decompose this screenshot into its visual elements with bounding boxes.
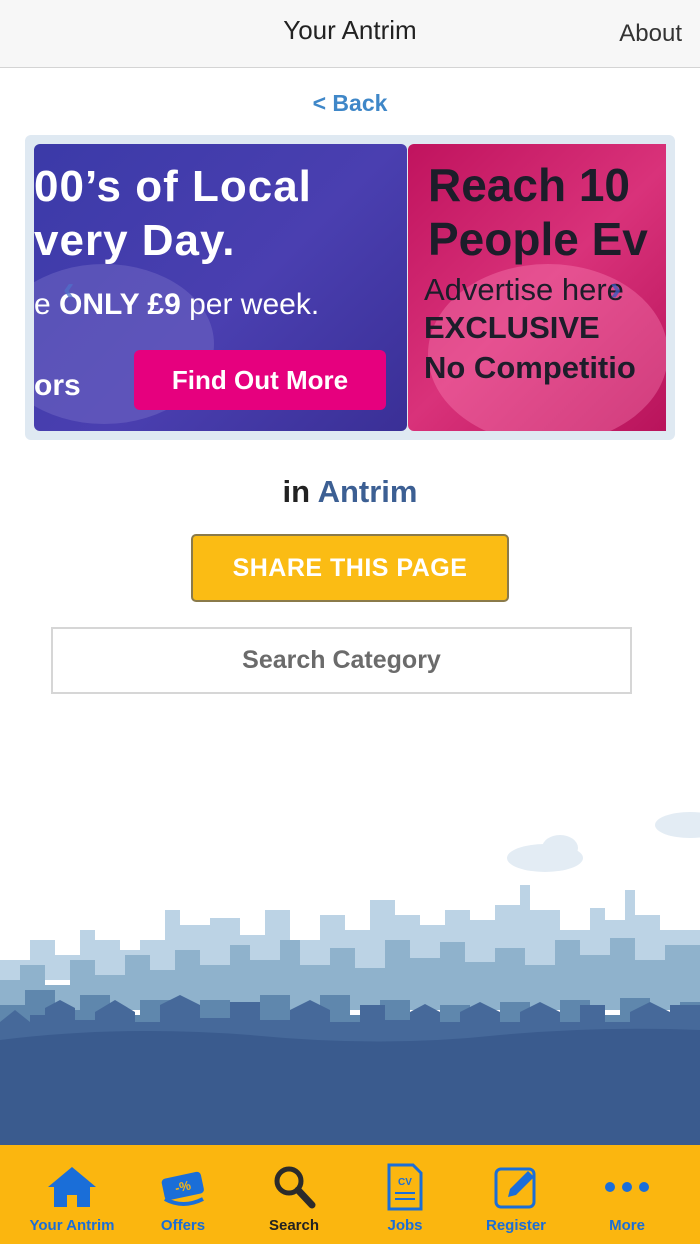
city-skyline-illustration (0, 812, 700, 1146)
slide2-text-line4: EXCLUSIVE (424, 310, 600, 345)
carousel-slide-reach-people[interactable]: Reach 10 People Ev Advertise here EXCLUS… (408, 144, 666, 431)
carousel-next-arrow-icon[interactable]: › (610, 270, 621, 309)
svg-text:CV: CV (398, 1177, 412, 1188)
offers-icon: -% (161, 1171, 204, 1206)
slide2-headline-line2: People Ev (428, 213, 648, 265)
tab-register[interactable]: Register (461, 1145, 571, 1244)
tab-more[interactable]: More (572, 1145, 682, 1244)
bottom-tab-bar: Your Antrim -% Offers Search CV Jobs Reg… (0, 1145, 700, 1244)
tab-jobs[interactable]: CV Jobs (350, 1145, 460, 1244)
tab-label-more: More (609, 1217, 645, 1234)
tab-label-your-antrim: Your Antrim (29, 1217, 115, 1234)
edit-icon (494, 1167, 536, 1209)
tab-label-search: Search (268, 1217, 320, 1234)
slide-price-line: e ONLY £9 per week. (34, 288, 320, 321)
tab-offers[interactable]: -% Offers (128, 1145, 238, 1244)
page-title: Your Antrim (283, 15, 417, 45)
back-link[interactable]: < Back (0, 90, 700, 117)
find-out-more-button[interactable]: Find Out More (134, 350, 386, 410)
home-icon (48, 1167, 96, 1207)
share-page-button[interactable]: SHARE THIS PAGE (191, 534, 509, 602)
slide2-text-line5: No Competitio (424, 350, 636, 385)
ad-carousel[interactable]: 00’s of Local very Day. e ONLY £9 per we… (25, 135, 675, 440)
slide-headline-line1: 00’s of Local (34, 162, 312, 211)
tab-your-antrim[interactable]: Your Antrim (17, 1145, 127, 1244)
slide-headline-line2: very Day. (34, 216, 236, 265)
slide2-headline-line1: Reach 10 (428, 159, 631, 211)
carousel-prev-arrow-icon[interactable]: ‹ (63, 270, 74, 309)
tab-label-register: Register (485, 1217, 547, 1234)
about-link[interactable]: About (619, 20, 682, 48)
tab-search[interactable]: Search (239, 1145, 349, 1244)
slide-footer-text: ors (34, 369, 81, 402)
top-nav-bar: Your Antrim About (0, 0, 700, 68)
location-heading: in Antrim (282, 474, 418, 509)
cv-icon: CV (387, 1163, 423, 1211)
tab-label-jobs: Jobs (387, 1217, 423, 1234)
search-icon (274, 1166, 316, 1209)
carousel-slide-local-advertising[interactable]: 00’s of Local very Day. e ONLY £9 per we… (34, 144, 407, 431)
tab-label-offers: Offers (160, 1217, 206, 1234)
more-icon (605, 1182, 649, 1192)
location-name: Antrim (317, 474, 418, 509)
slide2-text-line3: Advertise here (424, 272, 624, 307)
search-category-field[interactable]: Search Category (51, 627, 632, 694)
